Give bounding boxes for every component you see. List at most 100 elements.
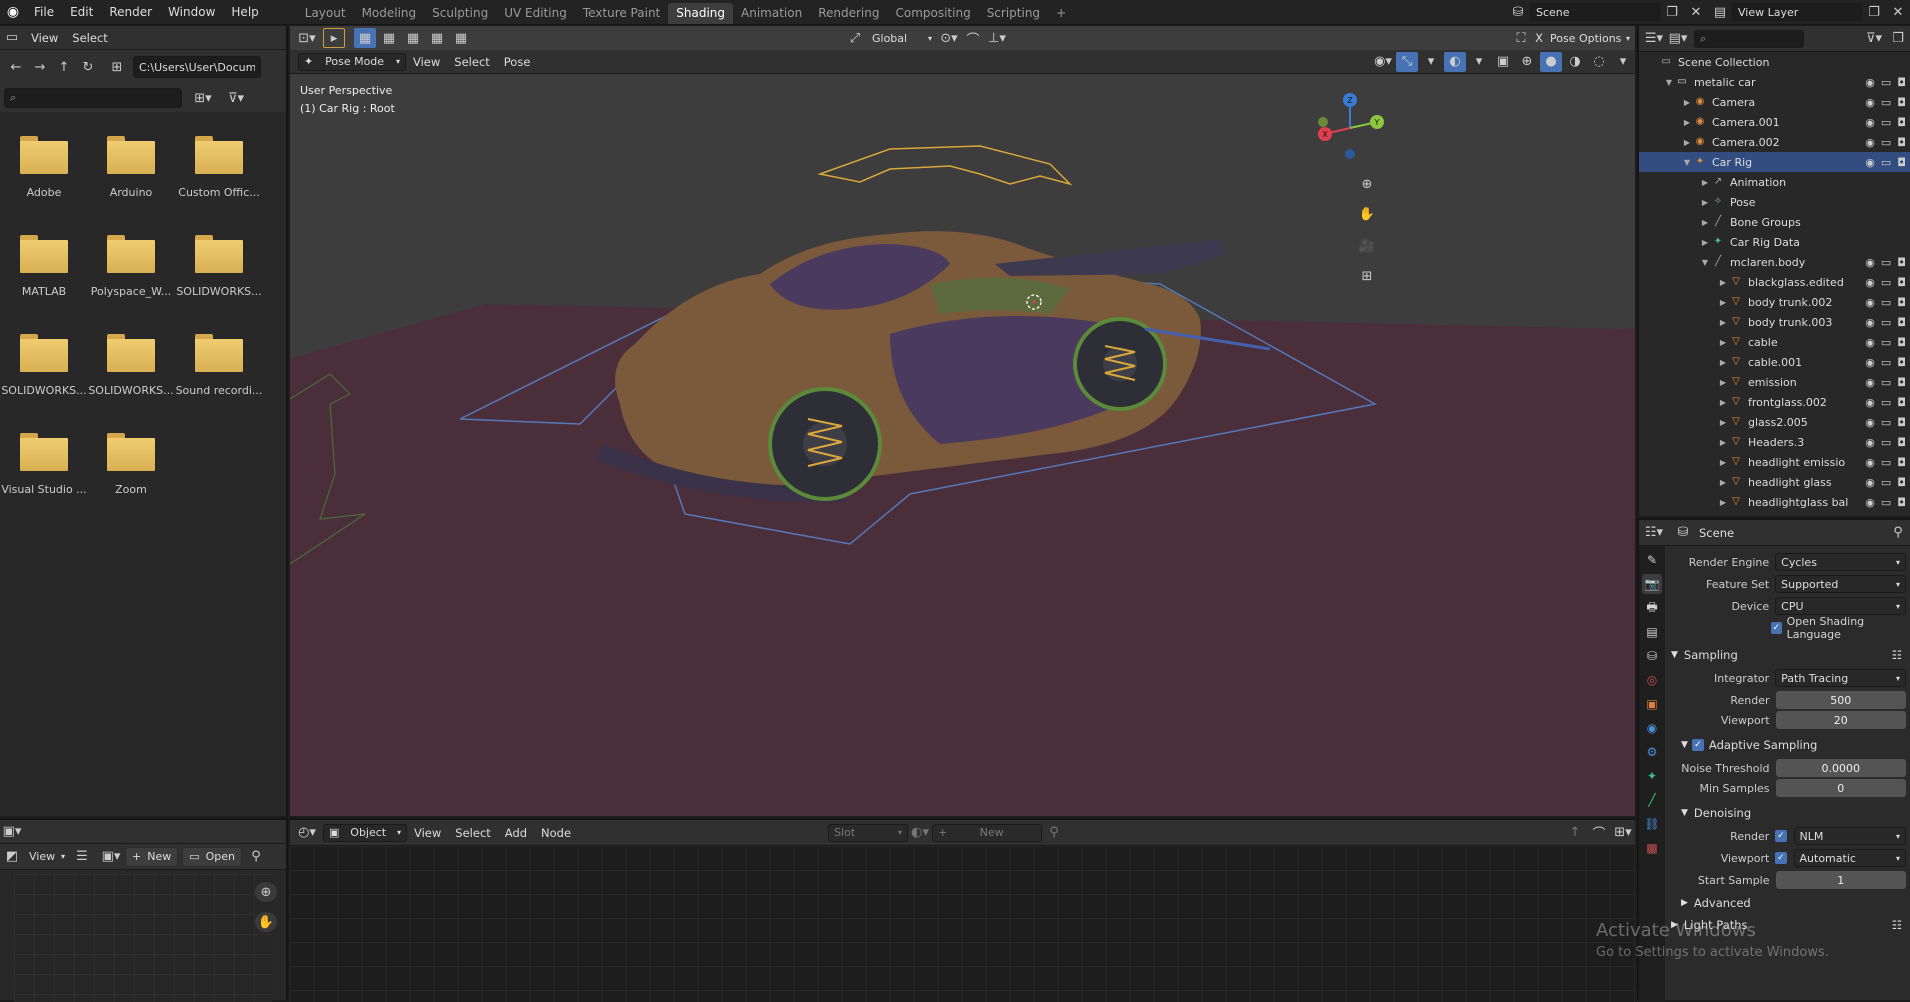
outliner-row[interactable]: ▼ ▭ metalic car ◉ ▭ ◘ xyxy=(1639,72,1910,92)
add-workspace-icon[interactable]: + xyxy=(1048,3,1074,24)
ne-menu-add[interactable]: Add xyxy=(498,826,534,840)
slot-dropdown[interactable]: Slot ▾ xyxy=(828,823,909,842)
copy-view-layer-icon[interactable]: ❐ xyxy=(1863,2,1885,22)
image-editor-type-icon[interactable]: ▣▾ xyxy=(1,822,23,842)
outliner-row[interactable]: ▶ ▽ body trunk.003 ◉ ▭ ◘ xyxy=(1639,312,1910,332)
adaptive-sampling-checkbox[interactable]: ✓ xyxy=(1691,739,1704,751)
overlay-icon[interactable]: ◐ xyxy=(1444,51,1466,72)
denoise-render-dropdown[interactable]: NLM ▾ xyxy=(1793,827,1906,845)
tab-shading[interactable]: Shading xyxy=(668,2,733,24)
pose-options-dropdown[interactable]: Pose Options ▾ xyxy=(1545,29,1635,47)
eye-icon[interactable]: ◉ xyxy=(1865,336,1875,349)
tab-rendering[interactable]: Rendering xyxy=(810,3,887,24)
camera-render-icon[interactable]: ◘ xyxy=(1897,316,1906,329)
folder-item[interactable]: SOLIDWORKS... xyxy=(175,235,263,298)
monitor-icon[interactable]: ▭ xyxy=(1881,376,1891,389)
outliner-row[interactable]: ▶ ▽ Headers.3 ◉ ▭ ◘ xyxy=(1639,432,1910,452)
camera-render-icon[interactable]: ◘ xyxy=(1897,296,1906,309)
outliner-row[interactable]: ▶ ╱ Bone Groups xyxy=(1639,212,1910,232)
refresh-icon[interactable]: ↻ xyxy=(77,57,99,77)
outliner-row[interactable]: ▶ ▽ frontglass.002 ◉ ▭ ◘ xyxy=(1639,392,1910,412)
device-dropdown[interactable]: CPU ▾ xyxy=(1775,597,1906,615)
node-snap-icon[interactable]: ⌒ xyxy=(1588,823,1610,843)
monitor-icon[interactable]: ▭ xyxy=(1881,256,1891,269)
xray-icon[interactable]: ▣ xyxy=(1492,52,1514,72)
folder-item[interactable]: SOLIDWORKS... xyxy=(0,334,88,397)
expand-arrow-icon[interactable]: ▶ xyxy=(1699,178,1711,187)
expand-arrow-icon[interactable]: ▶ xyxy=(1717,298,1729,307)
monitor-icon[interactable]: ▭ xyxy=(1881,96,1891,109)
tab-sculpting[interactable]: Sculpting xyxy=(424,3,496,24)
monitor-icon[interactable]: ▭ xyxy=(1881,76,1891,89)
orientation-icon[interactable]: ⤢ xyxy=(844,28,866,48)
delete-view-layer-icon[interactable]: ✕ xyxy=(1887,2,1909,22)
expand-arrow-icon[interactable]: ▶ xyxy=(1699,198,1711,207)
viewport-pan-icon[interactable]: ✋ xyxy=(1356,204,1378,224)
denoise-viewport-dropdown[interactable]: Automatic ▾ xyxy=(1793,849,1906,867)
bone-constraint-tab-icon[interactable]: ⛓ xyxy=(1642,814,1662,834)
outliner-filter-icon[interactable]: ⊽▾ xyxy=(1863,29,1885,49)
editor-type-icon[interactable]: ▭ xyxy=(1,28,23,48)
node-snap-target-icon[interactable]: ⊞▾ xyxy=(1612,823,1634,843)
vp-menu-pose[interactable]: Pose xyxy=(497,55,538,69)
ie-open-button[interactable]: ▭ Open xyxy=(182,846,243,867)
snap-target-icon[interactable]: ⊥▾ xyxy=(986,28,1008,48)
expand-arrow-icon[interactable]: ▶ xyxy=(1717,418,1729,427)
folder-item[interactable]: Polyspace_W... xyxy=(87,235,175,298)
gizmo-toggle-icon[interactable]: ⤡ xyxy=(1396,51,1418,72)
expand-arrow-icon[interactable]: ▶ xyxy=(1717,498,1729,507)
expand-arrow-icon[interactable]: ▶ xyxy=(1717,458,1729,467)
world-tab-icon[interactable]: ◎ xyxy=(1642,670,1662,690)
parent-node-tree-icon[interactable]: ↑ xyxy=(1564,823,1586,843)
eye-icon[interactable]: ◉ xyxy=(1865,76,1875,89)
list-icon[interactable]: ☷ xyxy=(1892,918,1902,932)
monitor-icon[interactable]: ▭ xyxy=(1881,116,1891,129)
scene-tab-icon[interactable]: ⛁ xyxy=(1642,646,1662,666)
display-mode-icon[interactable]: ⊞▾ xyxy=(192,88,214,108)
start-sample-field[interactable]: 1 xyxy=(1775,871,1906,889)
visibility-icon[interactable]: ◉▾ xyxy=(1372,52,1394,72)
monitor-icon[interactable]: ▭ xyxy=(1881,336,1891,349)
ne-menu-node[interactable]: Node xyxy=(534,826,578,840)
armature-data-tab-icon[interactable]: ✦ xyxy=(1642,766,1662,786)
expand-arrow-icon[interactable]: ▶ xyxy=(1717,438,1729,447)
viewport-scene[interactable] xyxy=(290,74,1635,816)
snap-icon[interactable]: ⌒ xyxy=(962,28,984,48)
tab-uv-editing[interactable]: UV Editing xyxy=(496,3,575,24)
camera-render-icon[interactable]: ◘ xyxy=(1897,456,1906,469)
outliner-type-icon[interactable]: ☰▾ xyxy=(1643,29,1665,49)
select-subtract-icon[interactable]: ▦ xyxy=(402,28,424,48)
denoise-render-checkbox[interactable]: ✓ xyxy=(1775,830,1787,842)
viewport-editor-type-icon[interactable]: ⊡▾ xyxy=(296,28,318,48)
hamburger-menu-icon[interactable]: ☰ xyxy=(71,847,93,867)
wireframe-shading-icon[interactable]: ⊕ xyxy=(1516,52,1538,72)
view-layer-tab-icon[interactable]: ▤ xyxy=(1642,622,1662,642)
outliner-row[interactable]: ▶ ▽ blackglass.edited ◉ ▭ ◘ xyxy=(1639,272,1910,292)
x-mirror-icon[interactable]: ⛶ xyxy=(1510,28,1532,48)
eye-icon[interactable]: ◉ xyxy=(1865,116,1875,129)
fb-menu-select[interactable]: Select xyxy=(65,31,114,45)
eye-icon[interactable]: ◉ xyxy=(1865,276,1875,289)
camera-render-icon[interactable]: ◘ xyxy=(1897,276,1906,289)
forward-arrow-icon[interactable]: → xyxy=(29,57,51,77)
eye-icon[interactable]: ◉ xyxy=(1865,316,1875,329)
monitor-icon[interactable]: ▭ xyxy=(1881,276,1891,289)
material-shading-icon[interactable]: ◑ xyxy=(1564,52,1586,72)
eye-icon[interactable]: ◉ xyxy=(1865,376,1875,389)
outliner-row[interactable]: ▶ ▽ glass2.005 ◉ ▭ ◘ xyxy=(1639,412,1910,432)
denoise-viewport-checkbox[interactable]: ✓ xyxy=(1775,852,1787,864)
feature-set-dropdown[interactable]: Supported ▾ xyxy=(1775,575,1906,593)
menu-file[interactable]: File xyxy=(26,0,62,25)
navigation-gizmo[interactable]: Z Y X xyxy=(1315,92,1385,166)
scene-selector[interactable]: Scene xyxy=(1530,3,1660,21)
expand-arrow-icon[interactable]: ▶ xyxy=(1699,238,1711,247)
folder-item[interactable]: Custom Offic... xyxy=(175,136,263,199)
outliner-row[interactable]: ▼ ╱ mclaren.body ◉ ▭ ◘ xyxy=(1639,252,1910,272)
object-type-dropdown[interactable]: ▣ Object ▾ xyxy=(323,823,407,842)
camera-render-icon[interactable]: ◘ xyxy=(1897,396,1906,409)
select-cursor-icon[interactable]: ▸ xyxy=(323,28,345,48)
eye-icon[interactable]: ◉ xyxy=(1865,96,1875,109)
eye-icon[interactable]: ◉ xyxy=(1865,436,1875,449)
select-intersect-icon[interactable]: ▦ xyxy=(450,28,472,48)
camera-render-icon[interactable]: ◘ xyxy=(1897,356,1906,369)
